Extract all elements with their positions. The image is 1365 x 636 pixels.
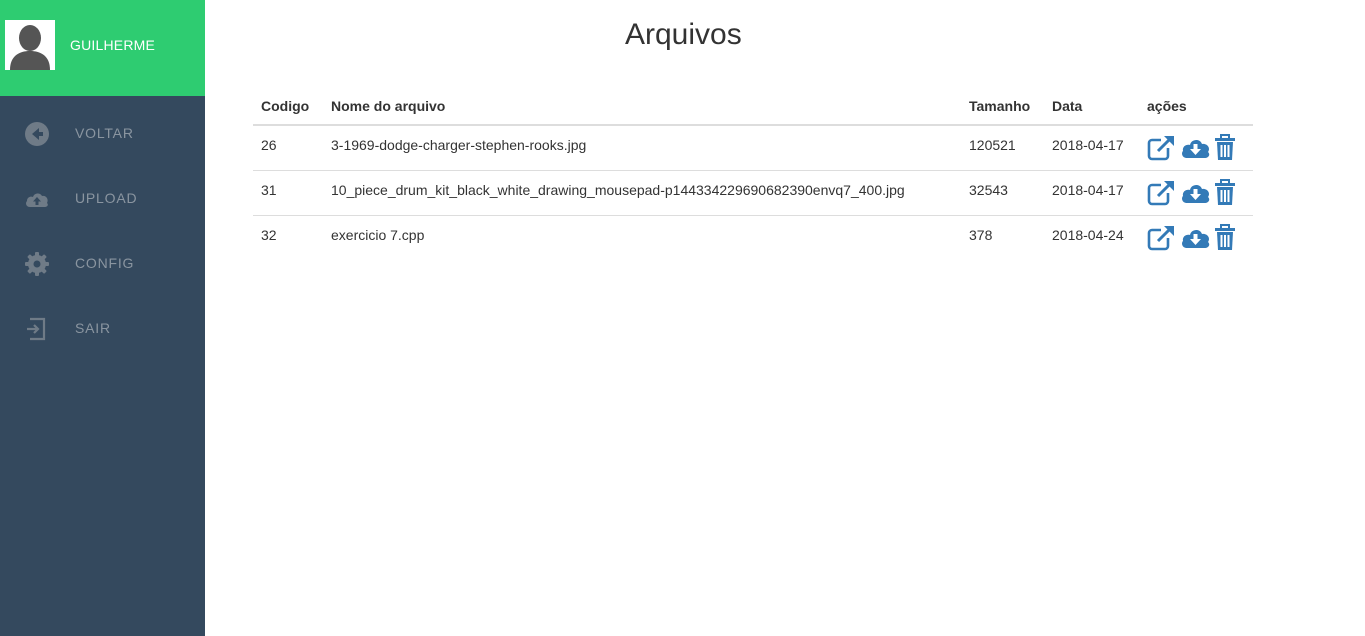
- cell-data: 2018-04-24: [1052, 226, 1124, 243]
- nav-item-sair[interactable]: SAIR: [0, 308, 205, 348]
- open-external-icon[interactable]: [1147, 224, 1176, 252]
- cell-codigo: 32: [261, 226, 277, 243]
- user-box: GUILHERME: [0, 0, 205, 96]
- cell-acoes: [1139, 170, 1253, 216]
- cell-tamanho: 32543: [961, 170, 1044, 216]
- header-tamanho: Tamanho: [961, 88, 1044, 126]
- cell-tamanho: 120521: [961, 125, 1044, 171]
- cell-nome: exercicio 7.cpp: [331, 226, 425, 243]
- cell-data: 2018-04-17: [1044, 170, 1139, 216]
- trash-icon[interactable]: [1213, 134, 1242, 162]
- sidebar: GUILHERME VOLTAR UPLOAD CONFIG SAIR: [0, 0, 205, 636]
- open-external-icon[interactable]: [1147, 134, 1176, 162]
- trash-icon[interactable]: [1213, 178, 1242, 207]
- nav-label: VOLTAR: [75, 125, 134, 141]
- page-title: Arquivos: [625, 18, 742, 51]
- cloud-download-icon[interactable]: [1180, 179, 1210, 207]
- user-silhouette-icon: [5, 20, 55, 70]
- cloud-upload-icon: [24, 186, 50, 212]
- open-external-icon[interactable]: [1147, 179, 1176, 207]
- cell-codigo: 26: [253, 125, 323, 171]
- cell-data: 2018-04-17: [1044, 125, 1139, 171]
- trash-icon[interactable]: [1213, 223, 1242, 252]
- header-data: Data: [1044, 88, 1139, 126]
- header-codigo: Codigo: [253, 88, 323, 126]
- files-table: Codigo Nome do arquivo Tamanho Data açõe…: [253, 88, 1253, 260]
- cell-nome: 3-1969-dodge-charger-stephen-rooks.jpg: [323, 125, 961, 171]
- nav-label: UPLOAD: [75, 190, 138, 206]
- table-header-row: Codigo Nome do arquivo Tamanho Data açõe…: [253, 88, 1253, 126]
- nav-item-config[interactable]: CONFIG: [0, 243, 205, 283]
- cell-acoes: [1139, 215, 1253, 260]
- nav-label: SAIR: [75, 320, 111, 336]
- gear-icon: [24, 251, 50, 277]
- cell-acoes: [1139, 125, 1253, 171]
- header-acoes: ações: [1139, 88, 1253, 126]
- user-name: GUILHERME: [70, 37, 156, 53]
- cell-nome: 10_piece_drum_kit_black_white_drawing_mo…: [323, 170, 961, 216]
- table-row: 26 3-1969-dodge-charger-stephen-rooks.jp…: [253, 125, 1253, 171]
- cloud-download-icon[interactable]: [1180, 224, 1210, 252]
- table-row: 32 exercicio 7.cpp 378 2018-04-24: [253, 215, 1253, 260]
- cell-codigo: 31: [253, 170, 323, 216]
- table-row: 31 10_piece_drum_kit_black_white_drawing…: [253, 170, 1253, 216]
- arrow-left-circle-icon: [24, 121, 50, 147]
- nav-item-upload[interactable]: UPLOAD: [0, 178, 205, 218]
- sign-in-icon: [24, 316, 50, 342]
- nav-item-voltar[interactable]: VOLTAR: [0, 113, 205, 153]
- avatar: [5, 20, 55, 70]
- cloud-download-icon[interactable]: [1180, 134, 1210, 162]
- nav-label: CONFIG: [75, 255, 135, 271]
- header-nome: Nome do arquivo: [323, 88, 961, 126]
- cell-tamanho: 378: [969, 226, 993, 243]
